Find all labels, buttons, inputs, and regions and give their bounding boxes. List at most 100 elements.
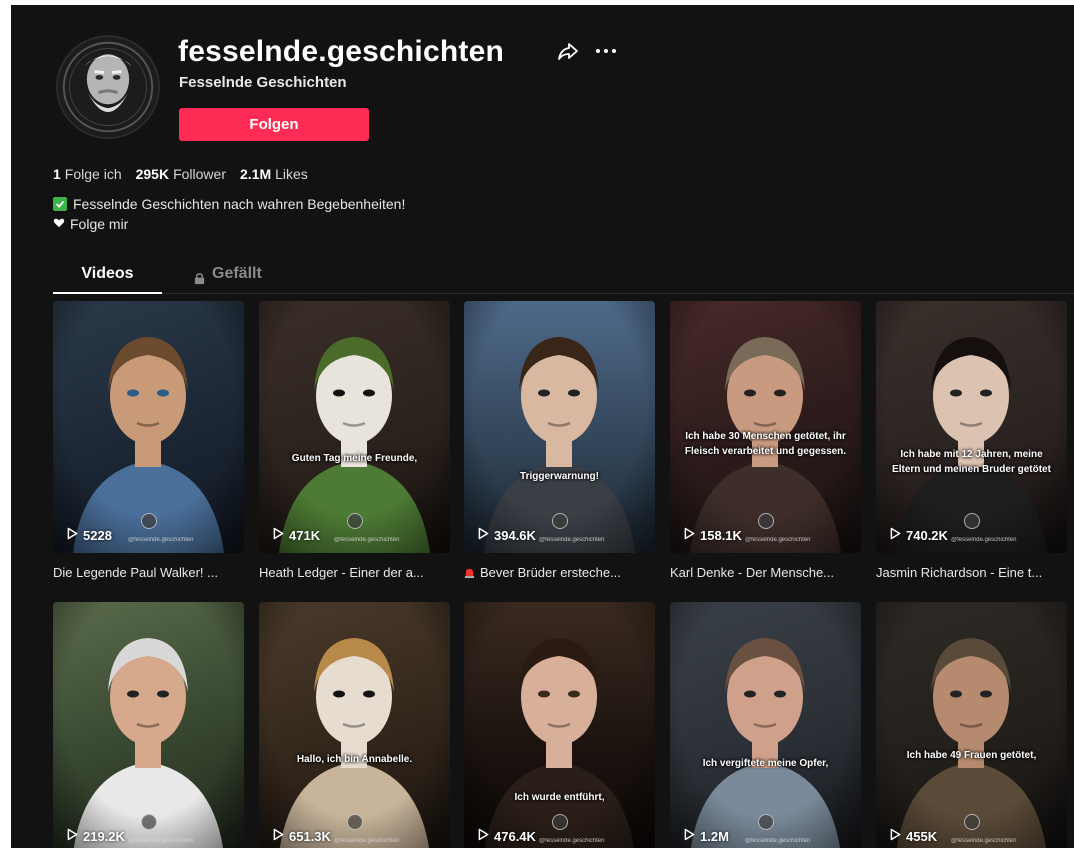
play-icon bbox=[273, 828, 284, 844]
tab-videos[interactable]: Videos bbox=[53, 260, 162, 294]
video-thumbnail[interactable]: Ich habe 49 Frauen getötet, @fesselnde.ge… bbox=[876, 602, 1067, 848]
view-count-label: 740.2K bbox=[906, 527, 948, 543]
video-view-count: 651.3K bbox=[273, 828, 331, 844]
video-card[interactable]: Guten Tag meine Freunde, @fesselnde.gesch… bbox=[259, 301, 450, 580]
watermark-logo-icon bbox=[141, 513, 157, 529]
play-icon bbox=[478, 527, 489, 543]
thumbnail-figure bbox=[259, 602, 450, 848]
play-icon bbox=[273, 527, 284, 543]
video-overlay-text: Hallo, ich bin Annabelle. bbox=[296, 754, 413, 765]
view-count-label: 1.2M bbox=[700, 828, 729, 844]
view-count-label: 5228 bbox=[83, 527, 112, 543]
video-caption[interactable]: Bever Brüder ersteche... bbox=[464, 565, 655, 581]
heart-icon bbox=[53, 216, 65, 232]
video-thumbnail[interactable]: Ich habe mit 12 Jahren, meine Eltern und… bbox=[876, 301, 1067, 553]
share-icon[interactable] bbox=[556, 39, 580, 63]
lock-icon bbox=[193, 267, 206, 295]
play-icon bbox=[67, 828, 78, 844]
video-card[interactable]: Triggerwarnung! @fesselnde.geschichten 394… bbox=[464, 301, 655, 581]
view-count-label: 471K bbox=[289, 527, 321, 543]
video-overlay-text: Ich wurde entführt, bbox=[514, 792, 605, 803]
video-card[interactable]: Hallo, ich bin Annabelle. @fesselnde.gesc… bbox=[259, 602, 450, 848]
followers-count[interactable]: 295K Follower bbox=[136, 166, 226, 182]
profile-username: fesselnde.geschichten bbox=[178, 35, 504, 68]
view-count-label: 158.1K bbox=[700, 527, 742, 543]
thumbnail-figure bbox=[53, 602, 244, 848]
video-overlay-text: Ich habe 30 Menschen getötet, ihr Fleisc… bbox=[684, 431, 847, 457]
video-watermark: @fesselnde.geschichten bbox=[128, 537, 194, 543]
video-view-count: 476.4K bbox=[478, 828, 536, 844]
video-caption[interactable]: Jasmin Richardson - Eine t... bbox=[876, 565, 1067, 580]
video-overlay-text: Ich vergiftete meine Opfer, bbox=[702, 758, 829, 769]
video-card[interactable]: Ich habe mit 12 Jahren, meine Eltern und… bbox=[876, 301, 1067, 580]
watermark-logo-icon bbox=[347, 814, 363, 830]
video-view-count: 455K bbox=[890, 828, 937, 844]
video-thumbnail[interactable]: Ich vergiftete meine Opfer, @fesselnde.ge… bbox=[670, 602, 861, 848]
watermark-logo-icon bbox=[141, 814, 157, 830]
video-thumbnail[interactable]: @fesselnde.geschichten 5228 bbox=[53, 301, 244, 553]
video-watermark: @fesselnde.geschichten bbox=[539, 537, 605, 543]
video-view-count: 219.2K bbox=[67, 828, 125, 844]
video-thumbnail[interactable]: Hallo, ich bin Annabelle. @fesselnde.gesc… bbox=[259, 602, 450, 848]
video-card[interactable]: Ich habe 49 Frauen getötet, @fesselnde.ge… bbox=[876, 602, 1067, 848]
video-view-count: 740.2K bbox=[890, 527, 948, 543]
video-caption[interactable]: Die Legende Paul Walker! ... bbox=[53, 565, 244, 580]
watermark-logo-icon bbox=[758, 513, 774, 529]
watermark-logo-icon bbox=[347, 513, 363, 529]
profile-avatar[interactable] bbox=[56, 35, 160, 139]
video-card[interactable]: Ich habe 30 Menschen getötet, ihr Fleisc… bbox=[670, 301, 861, 580]
thumbnail-figure bbox=[670, 602, 861, 848]
video-watermark: @fesselnde.geschichten bbox=[745, 537, 811, 543]
video-card[interactable]: @fesselnde.geschichten 5228 Die Legende Pa… bbox=[53, 301, 244, 580]
play-icon bbox=[890, 527, 901, 543]
play-icon bbox=[890, 828, 901, 844]
video-view-count: 471K bbox=[273, 527, 320, 543]
following-count[interactable]: 1 Folge ich bbox=[53, 166, 122, 182]
video-watermark: @fesselnde.geschichten bbox=[128, 838, 194, 844]
profile-stats: 1 Folge ich 295K Follower 2.1M Likes bbox=[53, 166, 308, 182]
watermark-logo-icon bbox=[964, 513, 980, 529]
video-thumbnail[interactable]: @fesselnde.geschichten 219.2K bbox=[53, 602, 244, 848]
bio-line-2: Folge mir bbox=[53, 216, 128, 232]
watermark-logo-icon bbox=[552, 814, 568, 830]
watermark-logo-icon bbox=[758, 814, 774, 830]
profile-page: fesselnde.geschichten Fesselnde Geschich… bbox=[11, 5, 1074, 848]
video-watermark: @fesselnde.geschichten bbox=[951, 838, 1017, 844]
video-thumbnail[interactable]: Guten Tag meine Freunde, @fesselnde.gesch… bbox=[259, 301, 450, 553]
more-options-icon[interactable] bbox=[593, 39, 619, 63]
video-overlay-text: Triggerwarnung! bbox=[520, 471, 599, 482]
video-watermark: @fesselnde.geschichten bbox=[334, 838, 400, 844]
likes-count: 2.1M Likes bbox=[239, 166, 308, 182]
view-count-label: 455K bbox=[906, 828, 938, 844]
watermark-logo-icon bbox=[964, 814, 980, 830]
video-overlay-text: Ich habe 49 Frauen getötet, bbox=[906, 750, 1037, 761]
video-watermark: @fesselnde.geschichten bbox=[539, 838, 605, 844]
thumbnail-figure bbox=[876, 602, 1067, 848]
play-icon bbox=[478, 828, 489, 844]
profile-display-name: Fesselnde Geschichten bbox=[179, 74, 347, 91]
play-icon bbox=[684, 828, 695, 844]
video-view-count: 394.6K bbox=[478, 527, 536, 543]
view-count-label: 219.2K bbox=[83, 828, 125, 844]
video-thumbnail[interactable]: Ich wurde entführt, @fesselnde.geschichte… bbox=[464, 602, 655, 848]
view-count-label: 651.3K bbox=[289, 828, 331, 844]
video-overlay-text: Ich habe mit 12 Jahren, meine Eltern und… bbox=[892, 449, 1051, 475]
thumbnail-figure bbox=[464, 602, 655, 848]
video-watermark: @fesselnde.geschichten bbox=[334, 537, 400, 543]
view-count-label: 394.6K bbox=[494, 527, 536, 543]
video-thumbnail[interactable]: Triggerwarnung! @fesselnde.geschichten 394… bbox=[464, 301, 655, 553]
video-view-count: 1.2M bbox=[684, 828, 729, 844]
follow-button[interactable]: Folgen bbox=[179, 108, 369, 141]
view-count-label: 476.4K bbox=[494, 828, 536, 844]
bio-line-1: Fesselnde Geschichten nach wahren Begebe… bbox=[53, 196, 405, 212]
video-watermark: @fesselnde.geschichten bbox=[745, 838, 811, 844]
video-card[interactable]: Ich vergiftete meine Opfer, @fesselnde.ge… bbox=[670, 602, 861, 848]
video-view-count: 5228 bbox=[67, 527, 112, 543]
video-card[interactable]: Ich wurde entführt, @fesselnde.geschichte… bbox=[464, 602, 655, 848]
video-caption[interactable]: Heath Ledger - Einer der a... bbox=[259, 565, 450, 580]
video-card[interactable]: @fesselnde.geschichten 219.2K bbox=[53, 602, 244, 848]
tab-liked[interactable]: Gefällt bbox=[193, 260, 313, 294]
video-grid: @fesselnde.geschichten 5228 Die Legende Pa… bbox=[53, 301, 1074, 848]
video-caption[interactable]: Karl Denke - Der Mensche... bbox=[670, 565, 861, 580]
video-thumbnail[interactable]: Ich habe 30 Menschen getötet, ihr Fleisc… bbox=[670, 301, 861, 553]
